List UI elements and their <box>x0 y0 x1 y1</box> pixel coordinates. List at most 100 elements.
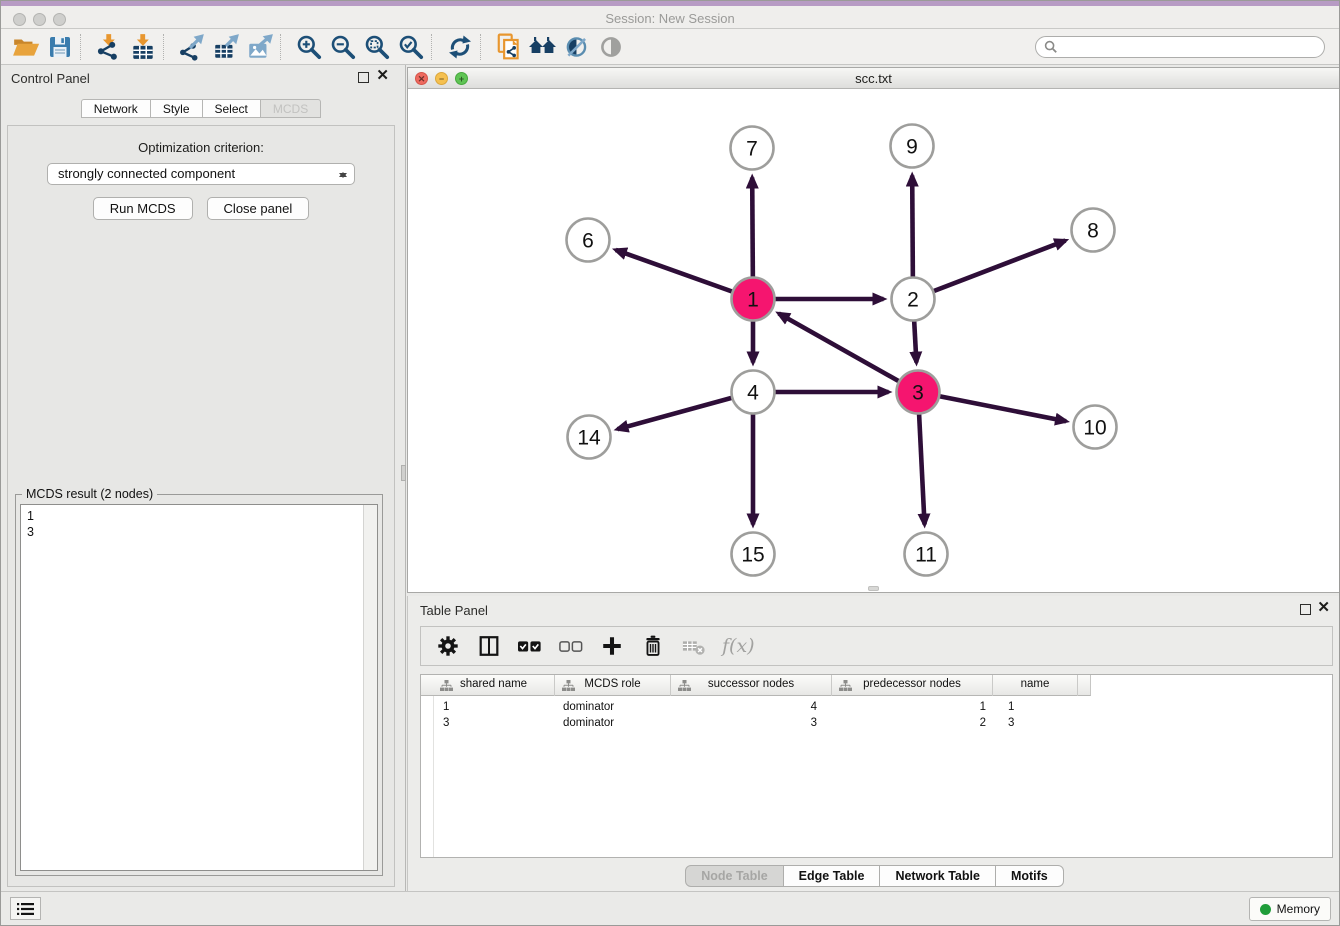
tab-network-table[interactable]: Network Table <box>880 865 996 887</box>
deselect-all-icon[interactable] <box>558 632 584 660</box>
tab-edge-table[interactable]: Edge Table <box>784 865 881 887</box>
workspace: ✕ − + scc.txt 7968124314101511 Table Pan… <box>407 65 1340 893</box>
svg-text:10: 10 <box>1083 417 1106 440</box>
table-cell[interactable]: 3 <box>443 715 449 731</box>
tab-motifs[interactable]: Motifs <box>996 865 1064 887</box>
graph-node-4[interactable]: 4 <box>732 371 775 414</box>
table-panel: Table Panel ✕ f(x) <box>407 596 1340 893</box>
table-cell[interactable]: 4 <box>671 699 817 715</box>
column-header-successor-nodes[interactable]: successor nodes <box>671 675 832 696</box>
resize-handle[interactable] <box>868 586 879 591</box>
graph-node-9[interactable]: 9 <box>891 125 934 168</box>
mcds-panel: Optimization criterion: strongly connect… <box>7 125 395 887</box>
toolbar-separator <box>480 34 489 60</box>
column-header-name[interactable]: name <box>993 675 1078 696</box>
memory-button[interactable]: Memory <box>1249 897 1331 921</box>
graph-node-14[interactable]: 14 <box>568 416 611 459</box>
run-mcds-button[interactable]: Run MCDS <box>93 197 193 220</box>
network-window-titlebar: ✕ − + scc.txt <box>408 68 1339 89</box>
task-history-button[interactable] <box>10 897 41 920</box>
table-cell[interactable]: 3 <box>671 715 817 731</box>
splitter-grip[interactable] <box>401 465 406 481</box>
column-header-predecessor-nodes[interactable]: predecessor nodes <box>832 675 993 696</box>
table-cell[interactable]: 2 <box>832 715 986 731</box>
optimization-criterion-select[interactable]: strongly connected component <box>47 163 355 185</box>
tab-network[interactable]: Network <box>81 99 151 118</box>
graph-node-8[interactable]: 8 <box>1072 209 1115 252</box>
graph-node-6[interactable]: 6 <box>567 219 610 262</box>
svg-text:9: 9 <box>906 136 918 159</box>
float-panel-icon[interactable] <box>1300 604 1311 615</box>
graph-node-15[interactable]: 15 <box>732 533 775 576</box>
import-network-icon[interactable] <box>92 32 126 62</box>
table-cell[interactable]: 1 <box>443 699 449 715</box>
graph-node-1[interactable]: 1 <box>732 278 775 321</box>
first-neighbors-icon[interactable] <box>526 32 560 62</box>
network-window: ✕ − + scc.txt 7 9 6 8 1 2 4 3 14 10 15 11 <box>407 67 1340 593</box>
graph-node-2[interactable]: 2 <box>892 278 935 321</box>
float-panel-icon[interactable] <box>358 72 369 83</box>
mcds-result-list[interactable]: 1 3 <box>20 504 378 871</box>
application-window: Session: New Session Control <box>0 0 1340 926</box>
export-image-icon[interactable] <box>243 32 277 62</box>
graph-edge-2-8[interactable] <box>913 241 1065 299</box>
graph-node-11[interactable]: 11 <box>905 533 948 576</box>
delete-icon[interactable] <box>640 632 666 660</box>
svg-text:6: 6 <box>582 230 594 253</box>
tab-select[interactable]: Select <box>203 99 261 118</box>
save-session-icon[interactable] <box>43 32 77 62</box>
graph-node-7[interactable]: 7 <box>731 127 774 170</box>
mcds-result-item[interactable]: 3 <box>21 524 377 540</box>
tab-style[interactable]: Style <box>151 99 203 118</box>
svg-text:1: 1 <box>747 289 759 312</box>
close-panel-button[interactable]: Close panel <box>207 197 310 220</box>
tab-node-table[interactable]: Node Table <box>685 865 783 887</box>
main-toolbar <box>1 29 1339 65</box>
table-cell[interactable]: dominator <box>563 715 614 731</box>
toolbar-separator <box>280 34 289 60</box>
mcds-result-item[interactable]: 1 <box>21 508 377 524</box>
show-details-icon[interactable] <box>594 32 628 62</box>
close-panel-icon[interactable]: ✕ <box>376 68 389 84</box>
panel-splitter[interactable] <box>401 65 406 893</box>
close-panel-icon[interactable]: ✕ <box>1317 600 1330 616</box>
table-cell[interactable]: dominator <box>563 699 614 715</box>
columns-icon[interactable] <box>476 632 502 660</box>
gear-icon[interactable] <box>435 632 461 660</box>
search-input[interactable] <box>1063 39 1316 55</box>
table-cell[interactable]: 1 <box>832 699 986 715</box>
hide-graphics-icon[interactable] <box>560 32 594 62</box>
delete-table-icon[interactable] <box>681 632 707 660</box>
table-tabs: Node Table Edge Table Network Table Moti… <box>408 865 1340 887</box>
import-table-icon[interactable] <box>126 32 160 62</box>
graph-edge-3-1[interactable] <box>779 313 918 392</box>
refresh-icon[interactable] <box>443 32 477 62</box>
network-document-icon[interactable] <box>492 32 526 62</box>
zoom-in-icon[interactable] <box>292 32 326 62</box>
zoom-out-icon[interactable] <box>326 32 360 62</box>
control-panel: Control Panel ✕ Network Style Select MCD… <box>1 65 401 893</box>
graph-node-10[interactable]: 10 <box>1074 406 1117 449</box>
table-cell[interactable]: 1 <box>1008 699 1014 715</box>
zoom-selected-icon[interactable] <box>394 32 428 62</box>
table-header-row: shared name MCDS role successor nodes <box>421 675 1091 696</box>
control-panel-tabs: Network Style Select MCDS <box>1 99 401 118</box>
open-session-icon[interactable] <box>9 32 43 62</box>
zoom-fit-icon[interactable] <box>360 32 394 62</box>
export-table-icon[interactable] <box>209 32 243 62</box>
network-title: scc.txt <box>408 71 1339 86</box>
add-column-icon[interactable] <box>599 632 625 660</box>
select-all-icon[interactable] <box>517 632 543 660</box>
table-cell[interactable]: 3 <box>1008 715 1014 731</box>
column-header-mcds-role[interactable]: MCDS role <box>555 675 671 696</box>
scrollbar[interactable] <box>363 505 377 870</box>
node-table[interactable]: shared name MCDS role successor nodes <box>420 674 1333 858</box>
export-network-icon[interactable] <box>175 32 209 62</box>
svg-text:3: 3 <box>912 382 924 405</box>
svg-text:14: 14 <box>577 427 601 450</box>
function-builder-icon[interactable]: f(x) <box>722 632 755 660</box>
network-canvas[interactable]: 7 9 6 8 1 2 4 3 14 10 15 11 <box>408 90 1339 592</box>
tab-mcds[interactable]: MCDS <box>261 99 321 118</box>
graph-node-3[interactable]: 3 <box>897 371 940 414</box>
column-header-shared-name[interactable]: shared name <box>433 675 555 696</box>
